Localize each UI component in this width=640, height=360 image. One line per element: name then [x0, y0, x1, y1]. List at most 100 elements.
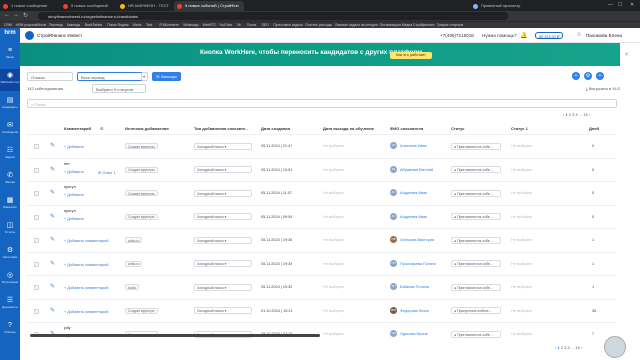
- add-icon[interactable]: +: [572, 72, 580, 80]
- bookmark-item[interactable]: Перевод: [49, 23, 63, 27]
- add-comment-link[interactable]: + Добавить комментарий: [64, 310, 109, 314]
- add-candidate-icon[interactable]: +: [596, 72, 604, 80]
- bookmark-item[interactable]: Test: [146, 23, 152, 27]
- nav-item[interactable]: ◉ Рабочий стол: [0, 69, 20, 91]
- row-checkbox[interactable]: [34, 261, 39, 267]
- table-row[interactable]: ✎ + Добавить комментарий Avito Холодный пои…: [26, 275, 616, 297]
- type-select[interactable]: Холодный поиск ▾: [194, 307, 252, 314]
- settings-icon[interactable]: ⚙: [584, 72, 592, 80]
- candidate-name[interactable]: Федорова Юлия: [400, 309, 429, 313]
- horizontal-scrollbar[interactable]: [30, 334, 320, 337]
- nav-item[interactable]: ✉ Сообщения: [0, 119, 20, 141]
- add-comment-link[interactable]: + Добавить: [64, 217, 84, 221]
- type-select[interactable]: Холодный поиск ▾: [194, 260, 252, 267]
- column-header[interactable]: Статус 1: [511, 126, 528, 131]
- next-page-icon[interactable]: ›: [589, 112, 590, 117]
- reply-link[interactable]: ⊕ Ответ 1: [98, 170, 116, 175]
- column-header[interactable]: Тип добавления соискате...: [194, 126, 249, 131]
- user-name[interactable]: Пахомова Елена: [586, 33, 622, 38]
- status-select[interactable]: ● Пригласили на собе...: [451, 260, 501, 267]
- type-select[interactable]: Холодный поиск ▾: [194, 283, 252, 291]
- bookmark-item[interactable]: Оптимизация Медиа: [380, 23, 413, 27]
- column-header[interactable]: Комментарий: [64, 126, 91, 131]
- bookmark-item[interactable]: График отпусков: [437, 23, 463, 27]
- nav-item[interactable]: ☰ Документы: [0, 294, 20, 316]
- row-checkbox[interactable]: [34, 308, 39, 314]
- bookmark-item[interactable]: Важные задачи на сегодня: [335, 23, 377, 27]
- candidate-name[interactable]: Байкова Полина: [400, 285, 429, 289]
- filter-select-1[interactable]: Отказы: [27, 72, 73, 81]
- bookmark-item[interactable]: YouTube: [219, 23, 232, 27]
- bookmark-item[interactable]: SEO: [262, 23, 269, 27]
- row-checkbox[interactable]: [34, 285, 39, 290]
- candidate-name[interactable]: Андреева Иван: [400, 191, 427, 195]
- edit-icon[interactable]: ✎: [50, 307, 55, 314]
- edit-icon[interactable]: ✎: [50, 142, 55, 149]
- browser-tab[interactable]: 5 новых сообщений: [60, 1, 115, 11]
- table-row[interactable]: ✎ + Добавить комментарий Создан вручную Хол…: [26, 298, 616, 321]
- nav-item[interactable]: ☷ Задачи: [0, 144, 20, 166]
- column-header[interactable]: Статус: [451, 126, 464, 131]
- table-row[interactable]: ✎ прогул + Добавить Создан вручную Холодный …: [26, 181, 616, 203]
- add-comment-link[interactable]: + Добавить комментарий: [64, 239, 109, 243]
- nav-item[interactable]: ▦ Вакансии: [0, 194, 20, 216]
- status-select[interactable]: Выбрано 0 статусов: [92, 84, 146, 93]
- back-icon[interactable]: ←: [4, 12, 10, 18]
- table-row[interactable]: ✎ + Добавить комментарий avito.ru Холодный …: [26, 251, 616, 274]
- browser-tab[interactable]: 5 новых событий | СтройФин: [174, 1, 244, 11]
- status-select[interactable]: ● Пригласили на собе...: [451, 142, 501, 150]
- bookmark-item[interactable]: CRM: [4, 23, 12, 27]
- bookmark-item[interactable]: BankTables: [85, 23, 103, 27]
- table-row[interactable]: ✎ + Добавить Создан вручную Холодный поиск …: [26, 134, 616, 156]
- candidate-name[interactable]: Абрамова Евгений: [400, 168, 433, 172]
- forward-icon[interactable]: →: [13, 12, 19, 18]
- status-select[interactable]: ● Пригласили на собе...: [451, 330, 501, 338]
- bookmark-item[interactable]: Поиск Яндекс: [107, 23, 129, 27]
- type-select[interactable]: Холодный поиск ▾: [194, 189, 252, 197]
- table-row[interactable]: ✎ прогул + Добавить Создан вручную Холодный …: [26, 204, 616, 227]
- company-name[interactable]: СтройФинанс Инвест: [37, 33, 83, 38]
- edit-icon[interactable]: ✎: [50, 260, 55, 267]
- chevron-down-icon[interactable]: ▾: [141, 72, 148, 81]
- bookmark-item[interactable]: Почта: [247, 23, 256, 27]
- pagination-bottom[interactable]: ‹ 1 2 3 4 ... 15 ›: [555, 345, 582, 350]
- nav-item[interactable]: ◎ Интеграции: [0, 269, 20, 291]
- header-settings-icon[interactable]: ⚙: [100, 126, 104, 131]
- add-comment-link[interactable]: + Добавить комментарий: [64, 286, 109, 290]
- maximize-icon[interactable]: ☐: [618, 2, 622, 8]
- row-checkbox[interactable]: [34, 191, 39, 196]
- bookmark-item[interactable]: Какпедж: [67, 23, 80, 27]
- browser-tab[interactable]: HR-МАРАФОН - ТЕСТ: [117, 1, 172, 11]
- type-select[interactable]: Холодный поиск ▾: [194, 213, 252, 220]
- browser-tab[interactable]: Приватный просмотр: [470, 1, 530, 11]
- bookmark-item[interactable]: Whatsapp: [183, 23, 198, 27]
- profile-icon[interactable]: ☺: [576, 32, 582, 38]
- column-header[interactable]: Дата создания: [261, 126, 290, 131]
- candidate-name[interactable]: Олешова Виктория: [400, 238, 434, 242]
- nav-item[interactable]: ? Помощь: [0, 319, 20, 341]
- edit-icon[interactable]: ✎: [50, 189, 55, 196]
- candidate-name[interactable]: Алексеев Иван: [400, 144, 427, 148]
- candidate-name[interactable]: Прокофьева Полина: [400, 262, 436, 266]
- add-comment-link[interactable]: + Добавить комментарий: [64, 263, 109, 267]
- candidate-name[interactable]: Андреева Иван: [400, 215, 427, 219]
- nav-item[interactable]: ⚙ Настройки: [0, 244, 20, 266]
- nav-item[interactable]: ◫ Отчёты: [0, 219, 20, 241]
- reload-icon[interactable]: ↻: [23, 12, 28, 19]
- add-comment-link[interactable]: + Добавить: [64, 145, 84, 149]
- candidate-name[interactable]: Одинова Ирина: [400, 332, 428, 336]
- close-icon[interactable]: ✕: [630, 2, 634, 8]
- edit-icon[interactable]: ✎: [50, 283, 55, 290]
- export-link[interactable]: ⤓ Выгрузить в XLS: [586, 86, 620, 91]
- bookmark-item[interactable]: Пульсовые задачи: [273, 23, 302, 27]
- nav-item[interactable]: ▤ Кандидаты: [0, 94, 20, 116]
- next-page-icon[interactable]: ›: [581, 345, 582, 350]
- type-select[interactable]: Холодный поиск ▾: [194, 142, 252, 150]
- status-select[interactable]: ● Пригласили на собе...: [451, 213, 501, 220]
- edit-icon[interactable]: ✎: [50, 166, 55, 173]
- status-select[interactable]: ● Пропустила собесе...: [451, 307, 501, 314]
- nav-item[interactable]: ≡ Меню: [0, 44, 20, 66]
- url-input[interactable]: stroyfinanceinvest.ru/orgsetinfinance.ru…: [38, 12, 508, 20]
- filters-button[interactable]: ☰ Фильтры: [152, 72, 182, 81]
- column-header[interactable]: ФИО соискателя: [390, 126, 423, 131]
